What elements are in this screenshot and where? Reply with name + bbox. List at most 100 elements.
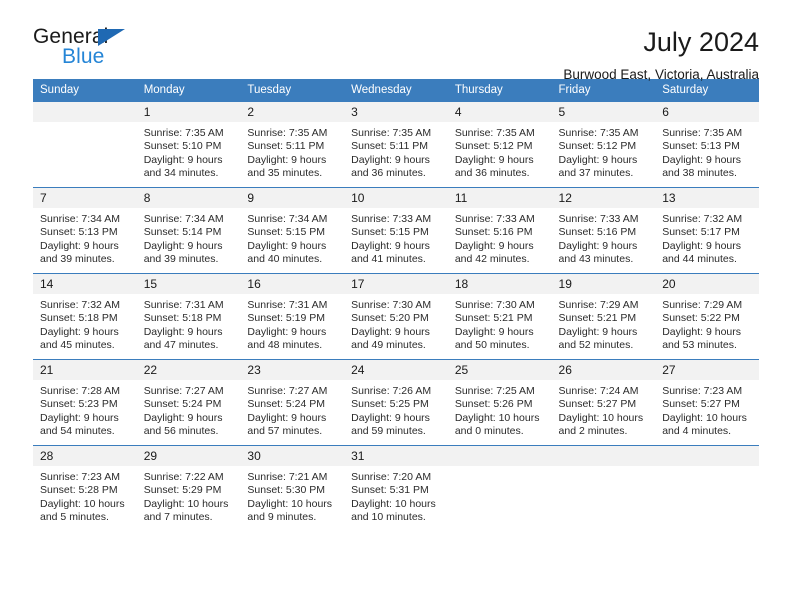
day-daylight1-text: Daylight: 10 hours <box>143 497 229 510</box>
day-daylight2-text: and 42 minutes. <box>454 253 530 266</box>
day-daylight1-text: Daylight: 9 hours <box>351 411 430 424</box>
day-daylight1-text: Daylight: 10 hours <box>247 497 333 510</box>
calendar-day-cell[interactable]: 4 Sunrise: 7:35 AM Sunset: 5:12 PM Daylight… <box>447 101 552 188</box>
day-sun-info: Sunrise: 7:35 AM Sunset: 5:11 PM Daylight:… <box>344 122 448 181</box>
weekday-header-sunday: Sunday <box>33 79 137 102</box>
calendar-day-cell[interactable]: 17 Sunrise: 7:30 AM Sunset: 5:20 PM Dayligh… <box>344 273 448 360</box>
day-sunset-text: Sunset: 5:26 PM <box>454 398 533 411</box>
calendar-day-cell[interactable]: 22 Sunrise: 7:27 AM Sunset: 5:24 PM Dayligh… <box>136 359 241 446</box>
day-daylight2-text: and 48 minutes. <box>247 339 323 352</box>
calendar-day-cell[interactable]: 24 Sunrise: 7:26 AM Sunset: 5:25 PM Dayligh… <box>344 359 448 446</box>
calendar-day-cell[interactable]: 9 Sunrise: 7:34 AM Sunset: 5:15 PM Daylight… <box>240 187 345 274</box>
calendar-day-cell[interactable]: 14 Sunrise: 7:32 AM Sunset: 5:18 PM Dayligh… <box>33 273 137 360</box>
day-daylight2-text: and 39 minutes. <box>143 253 219 266</box>
calendar-day-cell[interactable]: 8 Sunrise: 7:34 AM Sunset: 5:14 PM Daylight… <box>136 187 241 274</box>
day-sunset-text: Sunset: 5:13 PM <box>40 226 118 239</box>
calendar-week-row: 1 Sunrise: 7:35 AM Sunset: 5:10 PM Daylight… <box>33 101 759 188</box>
day-number <box>655 446 759 466</box>
day-daylight2-text: and 10 minutes. <box>351 511 426 524</box>
day-sunrise-text: Sunrise: 7:34 AM <box>247 213 328 225</box>
day-daylight2-text: and 59 minutes. <box>351 425 426 438</box>
day-sun-info: Sunrise: 7:30 AM Sunset: 5:21 PM Daylight:… <box>448 294 552 353</box>
day-cell-inner: 3 Sunrise: 7:35 AM Sunset: 5:11 PM Daylight… <box>344 102 448 187</box>
day-number: 9 <box>240 188 345 208</box>
day-sunset-text: Sunset: 5:12 PM <box>558 140 637 153</box>
calendar-day-cell[interactable]: 27 Sunrise: 7:23 AM Sunset: 5:27 PM Dayligh… <box>655 359 759 446</box>
calendar-day-cell-empty <box>33 101 137 188</box>
page-header: General Blue July 2024 Burwood East, Vic… <box>33 0 759 82</box>
calendar-day-cell[interactable]: 3 Sunrise: 7:35 AM Sunset: 5:11 PM Daylight… <box>344 101 448 188</box>
day-daylight2-text: and 47 minutes. <box>143 339 219 352</box>
calendar-day-cell[interactable]: 13 Sunrise: 7:32 AM Sunset: 5:17 PM Dayligh… <box>655 187 759 274</box>
day-sunset-text: Sunset: 5:20 PM <box>351 312 429 325</box>
day-sunset-text: Sunset: 5:21 PM <box>558 312 637 325</box>
calendar-day-cell[interactable]: 1 Sunrise: 7:35 AM Sunset: 5:10 PM Daylight… <box>136 101 241 188</box>
calendar-day-cell[interactable]: 20 Sunrise: 7:29 AM Sunset: 5:22 PM Dayligh… <box>655 273 759 360</box>
day-sunset-text: Sunset: 5:10 PM <box>143 140 222 153</box>
calendar-day-cell[interactable]: 15 Sunrise: 7:31 AM Sunset: 5:18 PM Dayligh… <box>136 273 241 360</box>
day-sunrise-text: Sunrise: 7:31 AM <box>247 299 328 311</box>
calendar-page: General Blue July 2024 Burwood East, Vic… <box>0 0 792 612</box>
day-daylight1-text: Daylight: 9 hours <box>247 411 327 424</box>
day-cell-inner: 27 Sunrise: 7:23 AM Sunset: 5:27 PM Dayligh… <box>655 360 759 445</box>
day-sunrise-text: Sunrise: 7:25 AM <box>454 385 535 397</box>
day-daylight1-text: Daylight: 9 hours <box>143 153 223 166</box>
day-cell-inner <box>655 446 759 532</box>
day-sun-info: Sunrise: 7:34 AM Sunset: 5:15 PM Daylight:… <box>240 208 344 267</box>
day-number: 14 <box>33 274 137 294</box>
calendar-day-cell[interactable]: 28 Sunrise: 7:23 AM Sunset: 5:28 PM Dayligh… <box>33 445 137 532</box>
calendar-day-cell[interactable]: 26 Sunrise: 7:24 AM Sunset: 5:27 PM Dayligh… <box>551 359 656 446</box>
day-cell-inner: 20 Sunrise: 7:29 AM Sunset: 5:22 PM Dayligh… <box>655 274 759 359</box>
calendar-day-cell[interactable]: 30 Sunrise: 7:21 AM Sunset: 5:30 PM Dayligh… <box>240 445 345 532</box>
calendar-day-cell[interactable]: 31 Sunrise: 7:20 AM Sunset: 5:31 PM Dayligh… <box>344 445 448 532</box>
calendar-day-cell[interactable]: 12 Sunrise: 7:33 AM Sunset: 5:16 PM Dayligh… <box>551 187 656 274</box>
day-sunrise-text: Sunrise: 7:29 AM <box>662 299 743 311</box>
day-daylight1-text: Daylight: 9 hours <box>662 153 742 166</box>
day-daylight1-text: Daylight: 9 hours <box>247 153 327 166</box>
calendar-day-cell[interactable]: 7 Sunrise: 7:34 AM Sunset: 5:13 PM Daylight… <box>33 187 137 274</box>
calendar-day-cell[interactable]: 21 Sunrise: 7:28 AM Sunset: 5:23 PM Dayligh… <box>33 359 137 446</box>
day-sunrise-text: Sunrise: 7:26 AM <box>351 385 432 397</box>
day-number: 1 <box>136 102 241 122</box>
calendar-day-cell[interactable]: 19 Sunrise: 7:29 AM Sunset: 5:21 PM Dayligh… <box>551 273 656 360</box>
day-sunset-text: Sunset: 5:15 PM <box>351 226 429 239</box>
calendar-day-cell[interactable]: 29 Sunrise: 7:22 AM Sunset: 5:29 PM Dayligh… <box>136 445 241 532</box>
calendar-day-cell[interactable]: 23 Sunrise: 7:27 AM Sunset: 5:24 PM Dayligh… <box>240 359 345 446</box>
day-cell-inner: 1 Sunrise: 7:35 AM Sunset: 5:10 PM Daylight… <box>136 102 241 187</box>
day-cell-inner: 28 Sunrise: 7:23 AM Sunset: 5:28 PM Dayligh… <box>33 446 137 532</box>
day-sunset-text: Sunset: 5:24 PM <box>247 398 326 411</box>
day-sunrise-text: Sunrise: 7:27 AM <box>143 385 224 397</box>
calendar-day-cell[interactable]: 5 Sunrise: 7:35 AM Sunset: 5:12 PM Daylight… <box>551 101 656 188</box>
day-sunrise-text: Sunrise: 7:34 AM <box>40 213 120 225</box>
day-number <box>551 446 656 466</box>
day-sunrise-text: Sunrise: 7:35 AM <box>558 127 639 139</box>
day-sunrise-text: Sunrise: 7:35 AM <box>247 127 328 139</box>
calendar-day-cell[interactable]: 11 Sunrise: 7:33 AM Sunset: 5:16 PM Dayligh… <box>447 187 552 274</box>
day-number: 24 <box>344 360 448 380</box>
day-daylight1-text: Daylight: 9 hours <box>662 239 742 252</box>
day-cell-inner: 19 Sunrise: 7:29 AM Sunset: 5:21 PM Dayligh… <box>551 274 656 359</box>
calendar-day-cell[interactable]: 16 Sunrise: 7:31 AM Sunset: 5:19 PM Dayligh… <box>240 273 345 360</box>
calendar-day-cell[interactable]: 2 Sunrise: 7:35 AM Sunset: 5:11 PM Daylight… <box>240 101 345 188</box>
day-daylight1-text: Daylight: 10 hours <box>454 411 540 424</box>
calendar-day-cell[interactable]: 10 Sunrise: 7:33 AM Sunset: 5:15 PM Dayligh… <box>344 187 448 274</box>
day-daylight2-text: and 52 minutes. <box>558 339 634 352</box>
day-number: 8 <box>136 188 241 208</box>
day-daylight1-text: Daylight: 9 hours <box>558 153 638 166</box>
day-number: 17 <box>344 274 448 294</box>
day-sunset-text: Sunset: 5:14 PM <box>143 226 222 239</box>
calendar-day-cell[interactable]: 25 Sunrise: 7:25 AM Sunset: 5:26 PM Dayligh… <box>447 359 552 446</box>
day-daylight2-text: and 5 minutes. <box>40 511 109 524</box>
day-number: 19 <box>551 274 656 294</box>
day-sunset-text: Sunset: 5:23 PM <box>40 398 118 411</box>
day-sun-info: Sunrise: 7:23 AM Sunset: 5:27 PM Daylight:… <box>655 380 759 439</box>
calendar-week-row: 28 Sunrise: 7:23 AM Sunset: 5:28 PM Dayligh… <box>33 445 759 532</box>
day-sunrise-text: Sunrise: 7:27 AM <box>247 385 328 397</box>
calendar-day-cell[interactable]: 6 Sunrise: 7:35 AM Sunset: 5:13 PM Daylight… <box>655 101 759 188</box>
calendar-day-cell[interactable]: 18 Sunrise: 7:30 AM Sunset: 5:21 PM Dayligh… <box>447 273 552 360</box>
weekday-header-wednesday: Wednesday <box>344 79 448 102</box>
day-sun-info: Sunrise: 7:29 AM Sunset: 5:21 PM Daylight:… <box>552 294 656 353</box>
day-sunset-text: Sunset: 5:25 PM <box>351 398 429 411</box>
day-daylight2-text: and 9 minutes. <box>247 511 317 524</box>
day-sunset-text: Sunset: 5:21 PM <box>454 312 533 325</box>
